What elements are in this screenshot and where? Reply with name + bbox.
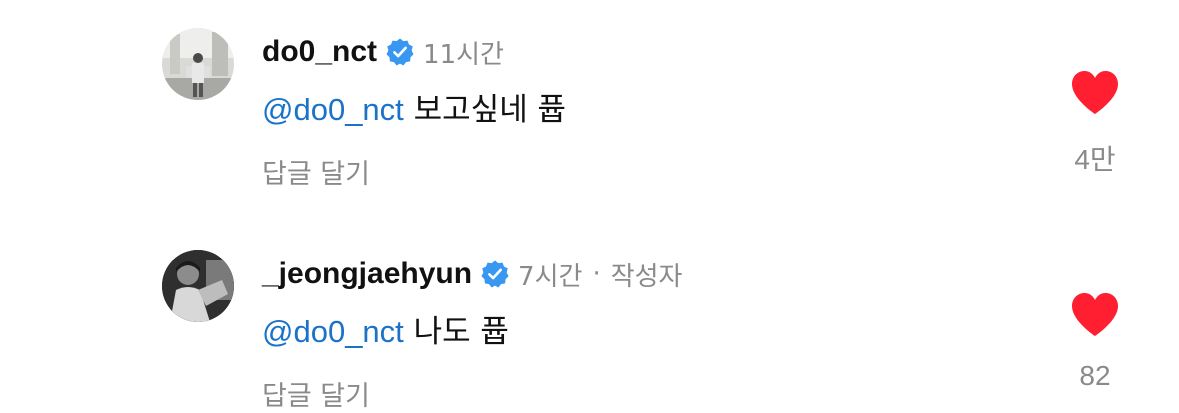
mention-link[interactable]: @do0_nct <box>262 314 404 349</box>
comment-header: do0_nct 11시간 <box>262 32 504 72</box>
reply-button[interactable]: 답글 달기 <box>262 152 370 191</box>
comment-header: _jeongjaehyun 7시간 · 작성자 <box>262 254 682 294</box>
verified-badge-icon <box>386 38 414 66</box>
timestamp: 7시간 <box>518 261 583 292</box>
username[interactable]: _jeongjaehyun <box>262 257 472 291</box>
heart-icon[interactable] <box>1070 70 1120 116</box>
separator-dot: · <box>592 259 601 289</box>
mention-link[interactable]: @do0_nct <box>262 92 404 127</box>
author-tag: 작성자 <box>610 261 683 292</box>
verified-badge-icon <box>481 260 509 288</box>
like-count: 82 <box>1079 360 1111 391</box>
like-count: 4만 <box>1074 144 1116 175</box>
timestamp: 11시간 <box>423 39 504 70</box>
avatar[interactable] <box>162 250 234 322</box>
comment-message: 나도 퓹 <box>403 314 510 350</box>
reply-button[interactable]: 답글 달기 <box>262 374 370 413</box>
heart-icon[interactable] <box>1070 292 1120 338</box>
username[interactable]: do0_nct <box>262 35 377 69</box>
comment-text: @do0_nct 보고싶네 퓹 <box>262 84 566 129</box>
comment-message: 보고싶네 퓹 <box>403 92 567 128</box>
comment-text: @do0_nct 나도 퓹 <box>262 306 509 351</box>
avatar[interactable] <box>162 28 234 100</box>
